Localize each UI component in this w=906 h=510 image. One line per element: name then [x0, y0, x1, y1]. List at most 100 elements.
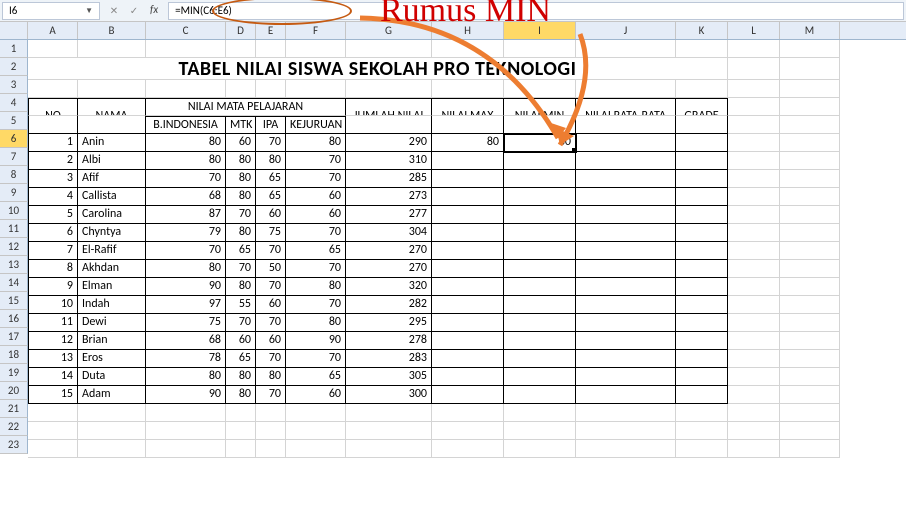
row-header[interactable]: 8: [0, 166, 28, 184]
cell[interactable]: [728, 224, 780, 242]
cell-no[interactable]: 15: [28, 386, 78, 404]
cell-no[interactable]: 5: [28, 206, 78, 224]
cell[interactable]: [780, 386, 840, 404]
cell-nilai[interactable]: 68: [146, 332, 226, 350]
cell-nama[interactable]: Dewi: [78, 314, 146, 332]
cell[interactable]: [780, 134, 840, 152]
cell-nilai[interactable]: 80: [286, 278, 346, 296]
cell-nilai[interactable]: 70: [256, 134, 286, 152]
row-header[interactable]: 15: [0, 292, 28, 310]
cell-no[interactable]: 9: [28, 278, 78, 296]
header-nilai-group[interactable]: NILAI MATA PELAJARAN: [146, 98, 346, 116]
cell-grade[interactable]: [676, 332, 728, 350]
cell[interactable]: [780, 440, 840, 458]
cell[interactable]: [728, 170, 780, 188]
cell-grade[interactable]: [676, 170, 728, 188]
cell-grade[interactable]: [676, 260, 728, 278]
cell[interactable]: [780, 40, 840, 58]
cells-area[interactable]: TABEL NILAI SISWA SEKOLAH PRO TEKNOLOGIN…: [28, 40, 840, 458]
cell[interactable]: [504, 440, 576, 458]
cell-grade[interactable]: [676, 206, 728, 224]
cell[interactable]: [28, 422, 78, 440]
cell-no[interactable]: 7: [28, 242, 78, 260]
cell-nilai[interactable]: 60: [286, 386, 346, 404]
cell-min[interactable]: [504, 296, 576, 314]
cell[interactable]: [728, 260, 780, 278]
cell[interactable]: [286, 422, 346, 440]
cell[interactable]: [28, 40, 78, 58]
cell-min[interactable]: [504, 206, 576, 224]
cell[interactable]: [226, 404, 256, 422]
header-nama[interactable]: NAMA: [78, 98, 146, 116]
cell-jumlah[interactable]: 290: [346, 134, 432, 152]
fx-icon[interactable]: fx: [146, 3, 162, 19]
cell[interactable]: [576, 40, 676, 58]
cell-nilai[interactable]: 75: [256, 224, 286, 242]
cell-grade[interactable]: [676, 224, 728, 242]
cell[interactable]: [728, 350, 780, 368]
cell-nilai[interactable]: 60: [226, 332, 256, 350]
cell-max[interactable]: [432, 314, 504, 332]
column-header[interactable]: L: [728, 22, 780, 39]
cell[interactable]: [728, 188, 780, 206]
cell-nilai[interactable]: 70: [146, 170, 226, 188]
cell[interactable]: [780, 58, 840, 80]
cell-rata[interactable]: [576, 386, 676, 404]
column-header[interactable]: J: [576, 22, 676, 39]
cell-nilai[interactable]: 80: [226, 152, 256, 170]
cell-nilai[interactable]: 80: [286, 314, 346, 332]
cell[interactable]: [78, 404, 146, 422]
cell[interactable]: [780, 422, 840, 440]
cell[interactable]: [676, 422, 728, 440]
header-max[interactable]: NILAI MAX: [432, 98, 504, 116]
cell[interactable]: [256, 422, 286, 440]
cell[interactable]: [146, 40, 226, 58]
row-header[interactable]: 3: [0, 76, 28, 94]
cell-nilai[interactable]: 80: [256, 368, 286, 386]
cell-max[interactable]: [432, 224, 504, 242]
cell-jumlah[interactable]: 285: [346, 170, 432, 188]
cell-jumlah[interactable]: 305: [346, 368, 432, 386]
cell-nilai[interactable]: 60: [256, 332, 286, 350]
cell-no[interactable]: 12: [28, 332, 78, 350]
chevron-down-icon[interactable]: ▼: [85, 6, 93, 16]
row-header[interactable]: 19: [0, 364, 28, 382]
cell-no[interactable]: 8: [28, 260, 78, 278]
cell-min[interactable]: [504, 224, 576, 242]
cell-nilai[interactable]: 65: [256, 188, 286, 206]
cell[interactable]: [576, 440, 676, 458]
cell[interactable]: [728, 80, 780, 98]
column-header[interactable]: K: [676, 22, 728, 39]
cell[interactable]: [146, 404, 226, 422]
cell-max[interactable]: [432, 152, 504, 170]
cell[interactable]: [780, 260, 840, 278]
cell-grade[interactable]: [676, 278, 728, 296]
cell-nilai[interactable]: 80: [256, 152, 286, 170]
cell-no[interactable]: 3: [28, 170, 78, 188]
cell-rata[interactable]: [576, 314, 676, 332]
header-jumlah[interactable]: [346, 116, 432, 134]
cell-nilai[interactable]: 80: [146, 134, 226, 152]
cancel-icon[interactable]: ✕: [106, 3, 122, 19]
cell-max[interactable]: [432, 206, 504, 224]
cell[interactable]: [780, 350, 840, 368]
column-header[interactable]: A: [28, 22, 78, 39]
cell[interactable]: [780, 80, 840, 98]
header-sub[interactable]: B.INDONESIA: [146, 116, 226, 134]
cell-jumlah[interactable]: 300: [346, 386, 432, 404]
cell-grade[interactable]: [676, 134, 728, 152]
cell-rata[interactable]: [576, 296, 676, 314]
cell-nama[interactable]: Indah: [78, 296, 146, 314]
cell-jumlah[interactable]: 310: [346, 152, 432, 170]
cell-min[interactable]: [504, 170, 576, 188]
cell-max[interactable]: [432, 260, 504, 278]
cell-nama[interactable]: Elman: [78, 278, 146, 296]
cell-max[interactable]: [432, 170, 504, 188]
cell-jumlah[interactable]: 270: [346, 260, 432, 278]
cell[interactable]: [226, 440, 256, 458]
cell[interactable]: [146, 440, 226, 458]
cell-nilai[interactable]: 70: [226, 206, 256, 224]
cell[interactable]: [780, 332, 840, 350]
cell[interactable]: [78, 440, 146, 458]
cell-nilai[interactable]: 90: [286, 332, 346, 350]
